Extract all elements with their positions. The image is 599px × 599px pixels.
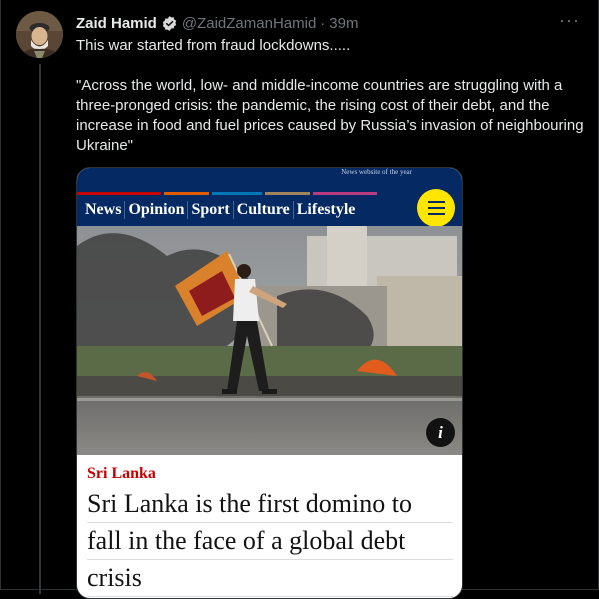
masthead-strip: News website of the year — [77, 168, 462, 190]
tweet-quote-paragraph: "Across the world, low- and middle-incom… — [76, 77, 584, 154]
nav-item-culture[interactable]: Culture — [234, 201, 294, 219]
more-options-icon[interactable]: ··· — [559, 10, 580, 31]
nav-item-sport[interactable]: Sport — [188, 201, 234, 219]
tweet-paragraph: This war started from fraud lockdowns...… — [76, 37, 351, 54]
media-attachment[interactable]: News website of the year News Opinion Sp… — [76, 167, 463, 599]
tweet-body: This war started from fraud lockdowns...… — [76, 36, 586, 156]
hamburger-menu-icon[interactable] — [417, 189, 455, 227]
thread-line — [39, 64, 41, 594]
tweet-header: Zaid Hamid @ZaidZamanHamid · 39m — [76, 13, 578, 33]
author-handle[interactable]: @ZaidZamanHamid — [182, 15, 316, 32]
tweet-timestamp[interactable]: 39m — [329, 15, 358, 32]
headline-line: crisis — [87, 560, 453, 597]
nav-item-news[interactable]: News — [85, 201, 126, 219]
headline-line: Sri Lanka is the first domino to — [87, 486, 453, 523]
news-photo — [77, 226, 462, 455]
article-kicker: Sri Lanka — [87, 465, 156, 482]
guardian-nav-bar: News Opinion Sport Culture Lifestyle — [77, 189, 462, 227]
nav-item-lifestyle[interactable]: Lifestyle — [294, 201, 359, 219]
tweet-container: Zaid Hamid @ZaidZamanHamid · 39m ··· Thi… — [0, 0, 599, 599]
masthead-award-text: News website of the year — [341, 168, 412, 176]
author-name[interactable]: Zaid Hamid — [76, 15, 157, 32]
verified-badge-icon — [161, 15, 178, 32]
headline-line: fall in the face of a global debt — [87, 523, 453, 560]
nav-item-opinion[interactable]: Opinion — [125, 201, 189, 219]
avatar[interactable] — [16, 11, 63, 58]
info-icon[interactable]: i — [426, 418, 455, 447]
article-headline: Sri Lanka is the first domino to fall in… — [87, 486, 453, 597]
nav-items: News Opinion Sport Culture Lifestyle — [85, 201, 358, 219]
section-color-bars — [77, 192, 462, 195]
separator-dot: · — [320, 14, 326, 32]
